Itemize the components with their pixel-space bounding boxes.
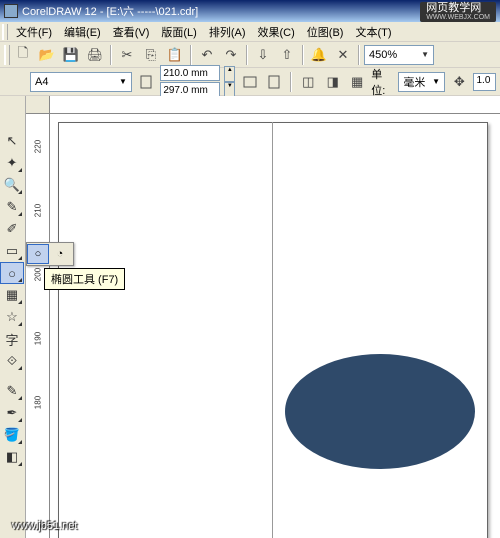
import-button[interactable]: ⇩ xyxy=(252,44,274,66)
ellipse-tool-flyout[interactable]: ○ xyxy=(27,244,49,264)
fill-tool[interactable]: 🪣 xyxy=(0,424,24,446)
work-area: ↖ ✦ 🔍 ✎ ✐ ▭ ○ ▦ ☆ 字 ⟐ ✎ ✒ 🪣 ◧ 220 210 20… xyxy=(0,96,500,538)
cut-button[interactable]: ✂ xyxy=(116,44,138,66)
shape-tool[interactable]: ✦ xyxy=(0,152,24,174)
smart-draw-tool[interactable]: ✐ xyxy=(0,218,24,240)
option-button-2[interactable]: ◨ xyxy=(323,71,343,93)
save-button[interactable]: 💾 xyxy=(60,44,82,66)
menu-file[interactable]: 文件(F) xyxy=(10,22,58,42)
separator xyxy=(110,45,112,65)
standard-toolbar: 🗋 📂 💾 🖨 ✂ ⎘ 📋 ↶ ↷ ⇩ ⇧ 🔔 ✕ 450% ▼ xyxy=(0,42,500,68)
option-button-1[interactable]: ◫ xyxy=(298,71,318,93)
ellipse-tool[interactable]: ○ xyxy=(0,262,24,284)
separator xyxy=(302,45,304,65)
menu-text[interactable]: 文本(T) xyxy=(349,22,397,42)
pick-tool[interactable]: ↖ xyxy=(0,130,24,152)
undo-button[interactable]: ↶ xyxy=(196,44,218,66)
outline-tool[interactable]: ✒ xyxy=(0,402,24,424)
drawing-canvas[interactable] xyxy=(50,114,500,538)
dropdown-icon: ▼ xyxy=(421,50,429,59)
freehand-tool[interactable]: ✎ xyxy=(0,196,24,218)
page-center-guide xyxy=(272,122,273,538)
nudge-input[interactable]: 1.0 xyxy=(473,73,496,91)
menu-arrange[interactable]: 排列(A) xyxy=(203,22,252,42)
text-tool[interactable]: 字 xyxy=(0,328,24,350)
ruler-corner[interactable] xyxy=(26,96,50,114)
dim-spinner[interactable]: ▲▼ xyxy=(224,66,235,98)
nudge-icon: ✥ xyxy=(449,71,469,93)
landscape-button[interactable] xyxy=(239,71,259,93)
watermark-top: 网页教学网 WWW.WEBJX.COM xyxy=(420,2,496,22)
separator xyxy=(246,45,248,65)
option-button-3[interactable]: ▦ xyxy=(347,71,367,93)
zoom-value: 450% xyxy=(369,49,397,61)
menu-layout[interactable]: 版面(L) xyxy=(155,22,202,42)
watermark-text: 网页教学网 xyxy=(426,3,490,14)
rectangle-tool[interactable]: ▭ xyxy=(0,240,24,262)
paste-button[interactable]: 📋 xyxy=(164,44,186,66)
page-width-input[interactable]: 210.0 mm xyxy=(160,65,220,81)
redo-button[interactable]: ↷ xyxy=(220,44,242,66)
canvas-area: 220 210 200 190 180 xyxy=(26,96,500,538)
interactive-blend-tool[interactable]: ⟐ xyxy=(0,350,24,372)
page-size-select[interactable]: A4 ▼ xyxy=(30,72,132,92)
dropdown-icon: ▼ xyxy=(432,77,440,86)
ellipse-flyout: ○ ◔ xyxy=(26,242,74,266)
ruler-tick: 190 xyxy=(34,327,43,351)
toolbox: ↖ ✦ 🔍 ✎ ✐ ▭ ○ ▦ ☆ 字 ⟐ ✎ ✒ 🪣 ◧ xyxy=(0,96,26,538)
page-size-value: A4 xyxy=(35,76,48,88)
portrait-button-2[interactable] xyxy=(264,71,284,93)
ruler-tick: 210 xyxy=(34,199,43,223)
separator xyxy=(358,45,360,65)
menu-bar: 文件(F) 编辑(E) 查看(V) 版面(L) 排列(A) 效果(C) 位图(B… xyxy=(0,22,500,42)
watermark-url: WWW.WEBJX.COM xyxy=(426,14,490,21)
menu-effects[interactable]: 效果(C) xyxy=(252,22,301,42)
app-icon xyxy=(4,4,18,18)
ruler-tick: 220 xyxy=(34,135,43,159)
unit-select[interactable]: 毫米 ▼ xyxy=(398,72,445,92)
ruler-vertical[interactable]: 220 210 200 190 180 xyxy=(26,114,50,538)
toolbar-grip[interactable] xyxy=(4,45,10,65)
unit-value: 毫米 xyxy=(403,74,425,90)
tooltip: 椭圆工具 (F7) xyxy=(44,268,125,290)
graph-paper-tool[interactable]: ▦ xyxy=(0,284,24,306)
zoom-select[interactable]: 450% ▼ xyxy=(364,45,434,65)
watermark-bottom: www.jb51.net xyxy=(12,520,77,532)
portrait-button[interactable] xyxy=(136,71,156,93)
basic-shapes-tool[interactable]: ☆ xyxy=(0,306,24,328)
app-launcher-button[interactable]: 🔔 xyxy=(308,44,330,66)
export-button[interactable]: ⇧ xyxy=(276,44,298,66)
unit-label: 单位: xyxy=(371,66,394,98)
dropdown-icon: ▼ xyxy=(119,77,127,86)
three-point-ellipse-tool[interactable]: ◔ xyxy=(49,244,71,264)
eyedropper-tool[interactable]: ✎ xyxy=(0,380,24,402)
zoom-tool[interactable]: 🔍 xyxy=(0,174,24,196)
open-button[interactable]: 📂 xyxy=(36,44,58,66)
copy-button[interactable]: ⎘ xyxy=(140,44,162,66)
interactive-fill-tool[interactable]: ◧ xyxy=(0,446,24,468)
new-button[interactable]: 🗋 xyxy=(12,44,34,66)
menu-grip[interactable] xyxy=(2,24,8,40)
ellipse-shape[interactable] xyxy=(285,354,475,469)
ruler-tick: 180 xyxy=(34,391,43,415)
corel-online-button[interactable]: ✕ xyxy=(332,44,354,66)
menu-bitmap[interactable]: 位图(B) xyxy=(301,22,350,42)
page-boundary xyxy=(58,122,488,538)
ruler-horizontal[interactable] xyxy=(50,96,500,114)
menu-view[interactable]: 查看(V) xyxy=(107,22,156,42)
separator xyxy=(290,72,292,92)
ruler-tick: 200 xyxy=(34,263,43,287)
menu-edit[interactable]: 编辑(E) xyxy=(58,22,107,42)
print-button[interactable]: 🖨 xyxy=(84,44,106,66)
property-bar: A4 ▼ 210.0 mm 297.0 mm ▲▼ ◫ ◨ ▦ 单位: 毫米 ▼… xyxy=(0,68,500,96)
page-dimensions: 210.0 mm 297.0 mm xyxy=(160,65,220,98)
separator xyxy=(190,45,192,65)
